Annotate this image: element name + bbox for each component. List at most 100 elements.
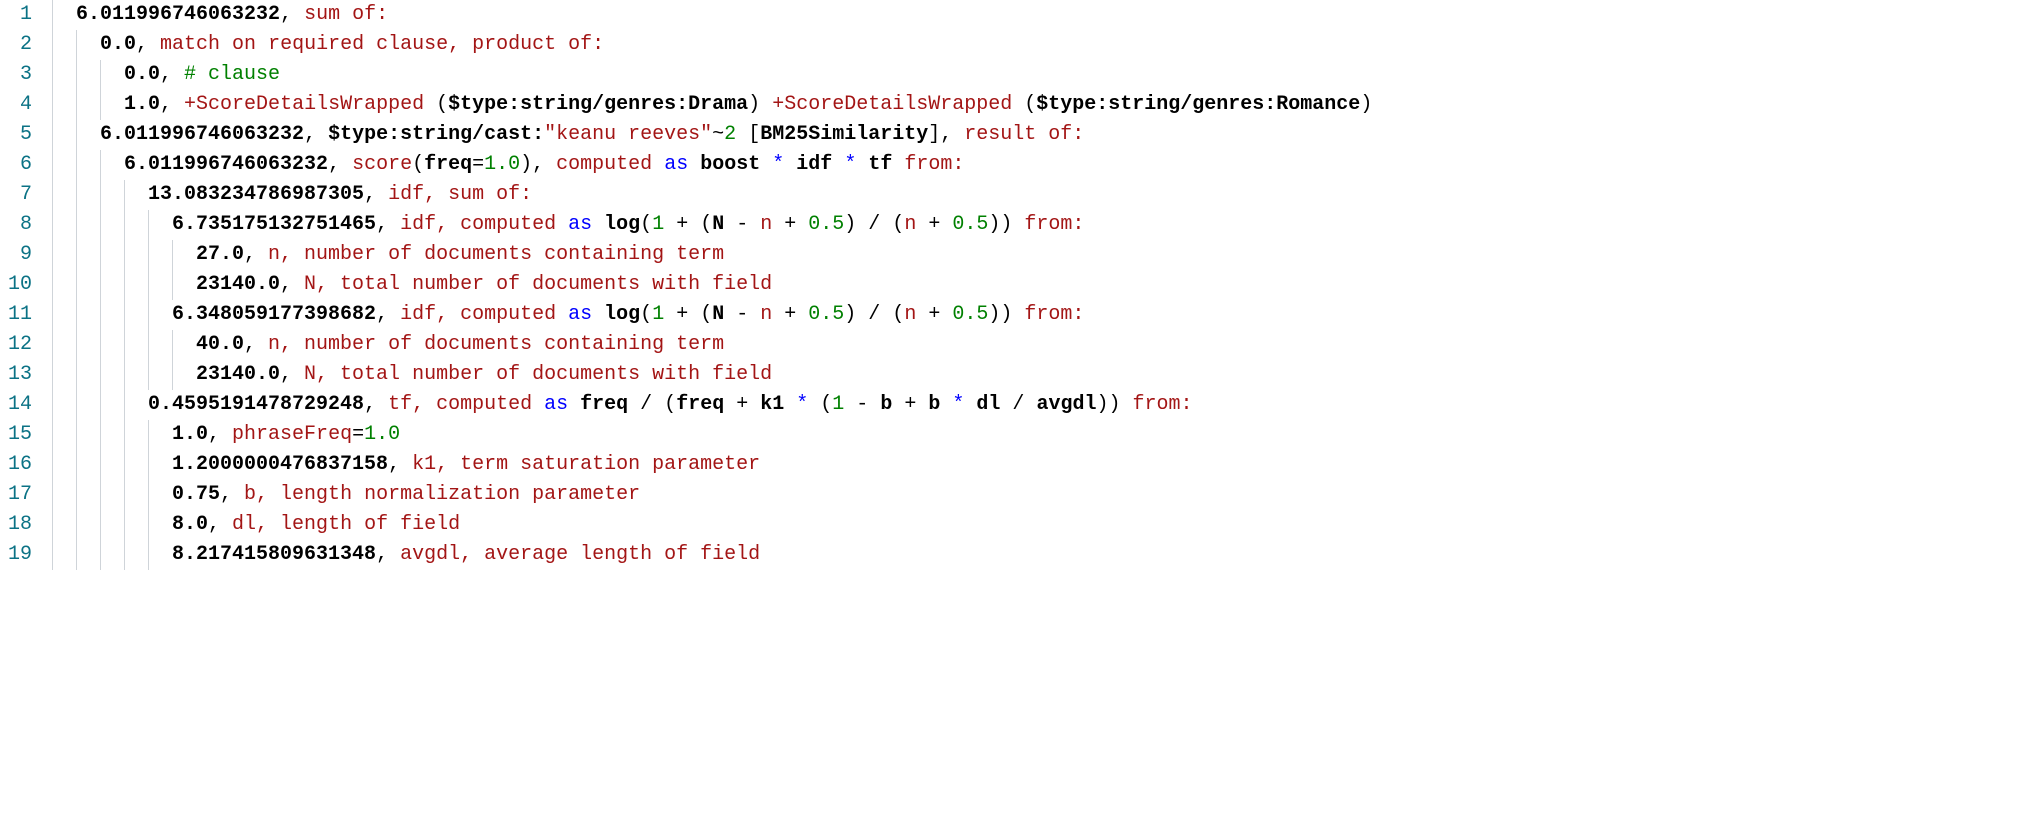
code-token: "keanu reeves" (544, 123, 712, 146)
code-token: 6.348059177398682 (172, 303, 376, 326)
code-token: )) (988, 303, 1024, 326)
code-token: dl (976, 393, 1000, 416)
code-token: as (568, 303, 592, 326)
code-line[interactable]: 6.348059177398682, idf, computed as log(… (52, 300, 2028, 330)
code-token: phraseFreq (232, 423, 352, 446)
code-token: freq (580, 393, 628, 416)
code-token: ), (520, 153, 556, 176)
code-token (784, 393, 796, 416)
code-token: idf, computed (400, 303, 556, 326)
code-token: 0.0 (124, 63, 160, 86)
code-token: , (208, 423, 232, 446)
code-token: 6.011996746063232 (124, 153, 328, 176)
line-content: 6.011996746063232, score(freq=1.0), comp… (124, 150, 2028, 180)
code-token: n (760, 213, 772, 236)
code-token: 1.0 (172, 423, 208, 446)
code-token: 0.5 (808, 213, 844, 236)
code-token: 1.0 (364, 423, 400, 446)
code-token: , (280, 3, 304, 26)
code-token: , (376, 543, 400, 566)
code-token: avgdl (1036, 393, 1096, 416)
code-token: ( (640, 213, 652, 236)
code-token: boost (700, 153, 760, 176)
line-number: 12 (8, 330, 32, 360)
code-editor[interactable]: 12345678910111213141516171819 6.01199674… (0, 0, 2028, 570)
code-line[interactable]: 0.75, b, length normalization parameter (52, 480, 2028, 510)
code-line[interactable]: 0.4595191478729248, tf, computed as freq… (52, 390, 2028, 420)
code-line[interactable]: 8.0, dl, length of field (52, 510, 2028, 540)
code-line[interactable]: 8.217415809631348, avgdl, average length… (52, 540, 2028, 570)
code-token (784, 153, 796, 176)
code-token: - (844, 393, 880, 416)
code-line[interactable]: 1.0, +ScoreDetailsWrapped ($type:string/… (52, 90, 2028, 120)
code-line[interactable]: 6.735175132751465, idf, computed as log(… (52, 210, 2028, 240)
code-token: + ( (664, 303, 712, 326)
indent-guides (52, 540, 172, 570)
code-token: , (280, 363, 304, 386)
code-token: BM25Similarity (760, 123, 928, 146)
code-token: n (760, 303, 772, 326)
code-line[interactable]: 6.011996746063232, sum of: (52, 0, 2028, 30)
code-line[interactable]: 27.0, n, number of documents containing … (52, 240, 2028, 270)
code-token: ( (412, 153, 424, 176)
code-token (964, 393, 976, 416)
code-token: + (916, 303, 952, 326)
code-token: , (376, 213, 400, 236)
code-token: match on required clause, product of: (160, 33, 604, 56)
code-token (592, 213, 604, 236)
code-token: / (1000, 393, 1036, 416)
line-content: 1.0, phraseFreq=1.0 (172, 420, 2028, 450)
indent-guides (52, 60, 124, 90)
code-token: from: (1024, 213, 1084, 236)
line-number: 11 (8, 300, 32, 330)
code-line[interactable]: 23140.0, N, total number of documents wi… (52, 360, 2028, 390)
line-number: 14 (8, 390, 32, 420)
code-token: + (772, 303, 808, 326)
code-line[interactable]: 40.0, n, number of documents containing … (52, 330, 2028, 360)
code-line[interactable]: 1.2000000476837158, k1, term saturation … (52, 450, 2028, 480)
code-line[interactable]: 1.0, phraseFreq=1.0 (52, 420, 2028, 450)
code-token: 1 (652, 303, 664, 326)
code-token (856, 153, 868, 176)
code-token: freq (676, 393, 724, 416)
code-token (688, 153, 700, 176)
line-content: 0.4595191478729248, tf, computed as freq… (148, 390, 2028, 420)
code-line[interactable]: 0.0, match on required clause, product o… (52, 30, 2028, 60)
line-number-gutter: 12345678910111213141516171819 (0, 0, 48, 570)
code-token: , (244, 243, 268, 266)
indent-guides (52, 330, 196, 360)
code-token (832, 153, 844, 176)
code-token: log (604, 213, 640, 236)
code-token: as (664, 153, 688, 176)
line-number: 7 (8, 180, 32, 210)
code-token: N (712, 303, 724, 326)
indent-guides (52, 180, 148, 210)
code-token (940, 393, 952, 416)
code-line[interactable]: 23140.0, N, total number of documents wi… (52, 270, 2028, 300)
code-token: idf (796, 153, 832, 176)
line-number: 3 (8, 60, 32, 90)
code-token: + (892, 393, 928, 416)
line-number: 10 (8, 270, 32, 300)
indent-guides (52, 120, 100, 150)
line-content: 0.0, match on required clause, product o… (100, 30, 2028, 60)
code-token: ) / ( (844, 303, 904, 326)
line-content: 6.735175132751465, idf, computed as log(… (172, 210, 2028, 240)
code-token: from: (1132, 393, 1192, 416)
code-token (760, 153, 772, 176)
code-token: b (880, 393, 892, 416)
code-line[interactable]: 6.011996746063232, score(freq=1.0), comp… (52, 150, 2028, 180)
code-token: * (952, 393, 964, 416)
code-token: 1.2000000476837158 (172, 453, 388, 476)
code-token: ) (1360, 93, 1372, 116)
code-token: score (352, 153, 412, 176)
code-area[interactable]: 6.011996746063232, sum of:0.0, match on … (48, 0, 2028, 570)
code-token: 0.5 (952, 213, 988, 236)
code-line[interactable]: 6.011996746063232, $type:string/cast:"ke… (52, 120, 2028, 150)
code-token: from: (904, 153, 964, 176)
code-line[interactable]: 0.0, # clause (52, 60, 2028, 90)
line-content: 6.011996746063232, $type:string/cast:"ke… (100, 120, 2028, 150)
code-token: / ( (628, 393, 676, 416)
code-token (592, 303, 604, 326)
code-line[interactable]: 13.083234786987305, idf, sum of: (52, 180, 2028, 210)
